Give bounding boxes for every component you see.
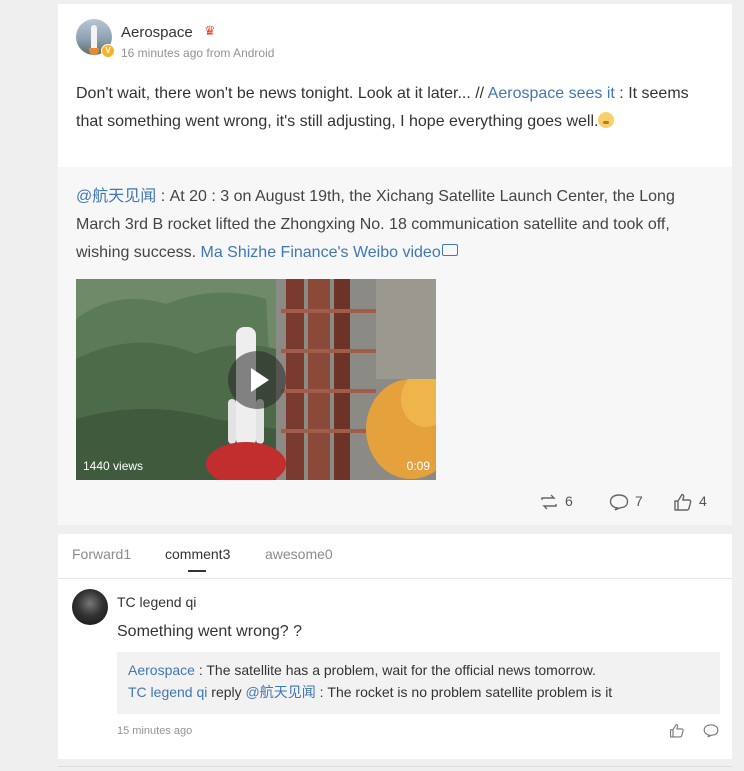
repost-card: @航天见闻 : At 20 : 3 on August 19th, the Xi… — [58, 167, 732, 525]
comment-reply-icon[interactable] — [703, 723, 719, 738]
post-author-name[interactable]: Aerospace — [121, 24, 193, 41]
video-duration: 0:09 — [406, 459, 430, 473]
forward-icon — [541, 494, 557, 510]
thumbs-up-icon — [674, 494, 692, 511]
like-count: 4 — [699, 493, 707, 509]
forward-count: 6 — [565, 493, 573, 509]
reply-word: reply — [207, 684, 246, 700]
interaction-tabs: Forward1 comment3 awesome0 — [58, 534, 732, 579]
like-action[interactable]: 4 — [673, 493, 707, 511]
comment-text: Something went wrong? ? — [117, 623, 302, 640]
comment-like-icon[interactable] — [669, 723, 685, 738]
post-text-before: Don't wait, there won't be news tonight.… — [76, 85, 488, 102]
reply-text-2: : The rocket is no problem satellite pro… — [315, 684, 613, 700]
play-button-icon[interactable] — [228, 351, 286, 409]
reply-line-1: Aerospace : The satellite has a problem,… — [128, 659, 596, 681]
commenter-avatar[interactable] — [72, 589, 108, 625]
reply-author-link[interactable]: Aerospace — [128, 662, 195, 678]
post-text: Don't wait, there won't be news tonight.… — [76, 80, 716, 135]
comment-timestamp: 15 minutes ago — [117, 725, 193, 737]
verified-badge-icon: V — [101, 44, 115, 58]
divider — [58, 766, 732, 767]
video-link-icon — [441, 244, 458, 256]
repost-mention-link[interactable]: @航天见闻 — [76, 188, 156, 205]
active-tab-indicator — [188, 570, 206, 572]
commenter-name[interactable]: TC legend qi — [117, 594, 196, 610]
reply-thread: Aerospace : The satellite has a problem,… — [117, 652, 720, 714]
reply-line-2: TC legend qi reply @航天见闻 : The rocket is… — [128, 681, 612, 703]
comment-action[interactable]: 7 — [609, 493, 643, 511]
repost-text: @航天见闻 : At 20 : 3 on August 19th, the Xi… — [76, 183, 716, 267]
comment-icon — [609, 494, 629, 511]
forward-action[interactable]: 6 — [539, 493, 573, 511]
worried-face-emoji-icon — [598, 111, 615, 128]
member-crown-icon: ♛ — [204, 23, 216, 38]
video-player[interactable]: 1440 views 0:09 — [76, 279, 436, 480]
weibo-post-card: V Aerospace ♛ 16 minutes ago from Androi… — [58, 4, 732, 167]
video-view-count: 1440 views — [83, 459, 144, 473]
tab-forward[interactable]: Forward1 — [72, 546, 131, 562]
reply-mention-link[interactable]: @航天见闻 — [246, 684, 316, 700]
reply-text-1: : The satellite has a problem, wait for … — [194, 662, 596, 678]
comment-item: TC legend qi Something went wrong? ? Aer… — [58, 579, 732, 759]
video-link[interactable]: Ma Shizhe Finance's Weibo video — [201, 244, 441, 261]
tab-awesome[interactable]: awesome0 — [265, 546, 333, 562]
reply-author-link-2[interactable]: TC legend qi — [128, 684, 207, 700]
post-mention-link[interactable]: Aerospace sees it — [488, 85, 615, 102]
tab-comment[interactable]: comment3 — [165, 546, 230, 562]
post-meta: 16 minutes ago from Android — [121, 46, 275, 60]
comment-count: 7 — [635, 493, 643, 509]
